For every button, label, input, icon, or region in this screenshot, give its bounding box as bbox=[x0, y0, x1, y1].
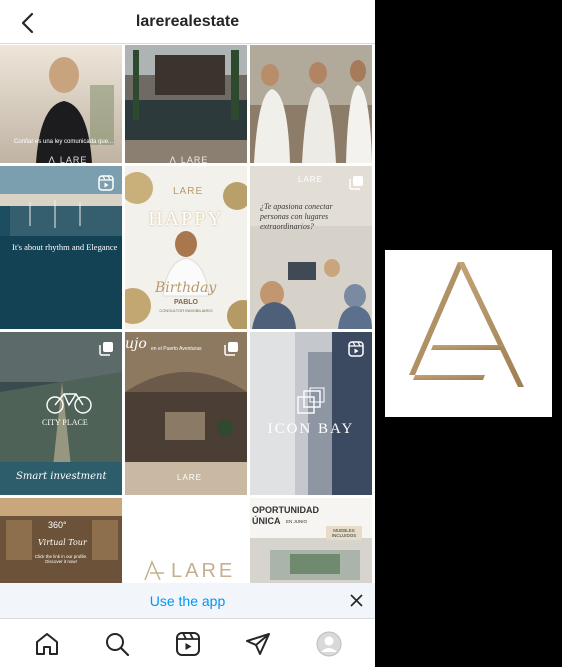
post-tile-8[interactable]: ujo en el Puerto Aventuras LARE bbox=[125, 332, 247, 495]
post-tile-6[interactable]: LARE ¿Te apasiona conectar personas con … bbox=[250, 166, 372, 329]
carousel-icon bbox=[224, 342, 238, 356]
carousel-icon bbox=[349, 176, 363, 190]
search-icon[interactable] bbox=[104, 631, 130, 657]
reels-icon[interactable] bbox=[175, 631, 201, 657]
post-1-caption: Confiar es una ley comunicada que... bbox=[14, 139, 114, 145]
post-5-script: Birthday bbox=[155, 280, 217, 296]
post-7-tag: Smart investment bbox=[16, 471, 107, 482]
post-8-image bbox=[125, 332, 247, 495]
post-12-line2: ÚNICA bbox=[252, 516, 281, 526]
post-5-role: CONSULTOR INMOBILIARIO bbox=[159, 308, 213, 313]
post-6-image bbox=[250, 226, 372, 329]
lare-logo-panel bbox=[385, 250, 552, 417]
post-7-place: CITY PLACE bbox=[42, 418, 88, 427]
lare-logo-icon bbox=[144, 560, 164, 580]
post-11-brand: LARE bbox=[171, 560, 236, 582]
post-tile-4[interactable]: It's about rhythm and Elegance bbox=[0, 166, 122, 329]
post-6-question: ¿Te apasiona conectar personas con lugar… bbox=[260, 202, 333, 231]
post-5-brand: LARE bbox=[173, 186, 204, 197]
bottom-tab-bar bbox=[0, 618, 375, 667]
post-tile-2[interactable]: ⋀ LARE bbox=[125, 45, 247, 163]
post-8-sub: en el Puerto Aventuras bbox=[151, 346, 202, 352]
bicycle-icon bbox=[46, 393, 92, 414]
lare-watermark: ⋀ LARE bbox=[48, 155, 88, 163]
profile-username-title: larerealestate bbox=[135, 13, 240, 30]
lare-monogram-icon bbox=[409, 262, 524, 387]
post-tile-12[interactable]: OPORTUNIDAD ÚNICA EN JUNIO MUEBLES INCLU… bbox=[250, 498, 372, 583]
post-tile-3[interactable] bbox=[250, 45, 372, 163]
post-1-image bbox=[0, 45, 122, 163]
post-5-name: PABLO bbox=[174, 299, 198, 306]
post-8-word: ujo bbox=[125, 336, 147, 352]
post-10-text: Virtual Tour bbox=[38, 538, 87, 547]
post-6-brand: LARE bbox=[298, 175, 323, 184]
post-8-brand: LARE bbox=[177, 473, 202, 482]
post-10-cta: Click the link in our profile. Discover … bbox=[34, 554, 88, 564]
post-tile-7[interactable]: CITY PLACE Smart investment bbox=[0, 332, 122, 495]
post-9-title: ICON BAY bbox=[267, 421, 355, 437]
reel-icon bbox=[348, 341, 364, 357]
post-12-line2sub: EN JUNIO bbox=[286, 519, 308, 524]
post-4-caption: It's about rhythm and Elegance bbox=[12, 242, 118, 252]
close-icon[interactable] bbox=[350, 594, 363, 607]
post-5-headline: HAPPY bbox=[148, 208, 224, 230]
use-app-link[interactable]: Use the app bbox=[0, 593, 375, 609]
use-app-banner: Use the app bbox=[0, 583, 375, 618]
post-tile-9[interactable]: ICON BAY bbox=[250, 332, 372, 495]
instagram-profile-window: larerealestate Confiar es una ley comuni… bbox=[0, 0, 375, 667]
icon-bay-logo-icon bbox=[297, 387, 325, 414]
lare-watermark: ⋀ LARE bbox=[169, 155, 209, 163]
reel-icon bbox=[98, 175, 114, 191]
direct-message-icon[interactable] bbox=[245, 631, 271, 657]
post-10-badge: 360° bbox=[48, 520, 67, 530]
post-tile-5[interactable]: LARE HAPPY Birthday PABLO CONSULTOR INMO… bbox=[125, 166, 247, 329]
post-tile-11[interactable]: LARE bbox=[125, 498, 247, 583]
carousel-icon bbox=[99, 342, 113, 356]
post-tile-10[interactable]: 360° Virtual Tour Click the link in our … bbox=[0, 498, 122, 583]
post-2-image bbox=[125, 45, 247, 163]
post-3-image bbox=[250, 45, 372, 163]
post-tile-1[interactable]: Confiar es una ley comunicada que... ⋀ L… bbox=[0, 45, 122, 163]
profile-avatar-icon[interactable] bbox=[316, 631, 342, 657]
post-12-line1: OPORTUNIDAD bbox=[252, 505, 319, 515]
header-bar: larerealestate bbox=[0, 0, 375, 44]
post-12-tag: MUEBLES INCLUIDOS bbox=[326, 526, 362, 540]
home-icon[interactable] bbox=[34, 631, 60, 657]
